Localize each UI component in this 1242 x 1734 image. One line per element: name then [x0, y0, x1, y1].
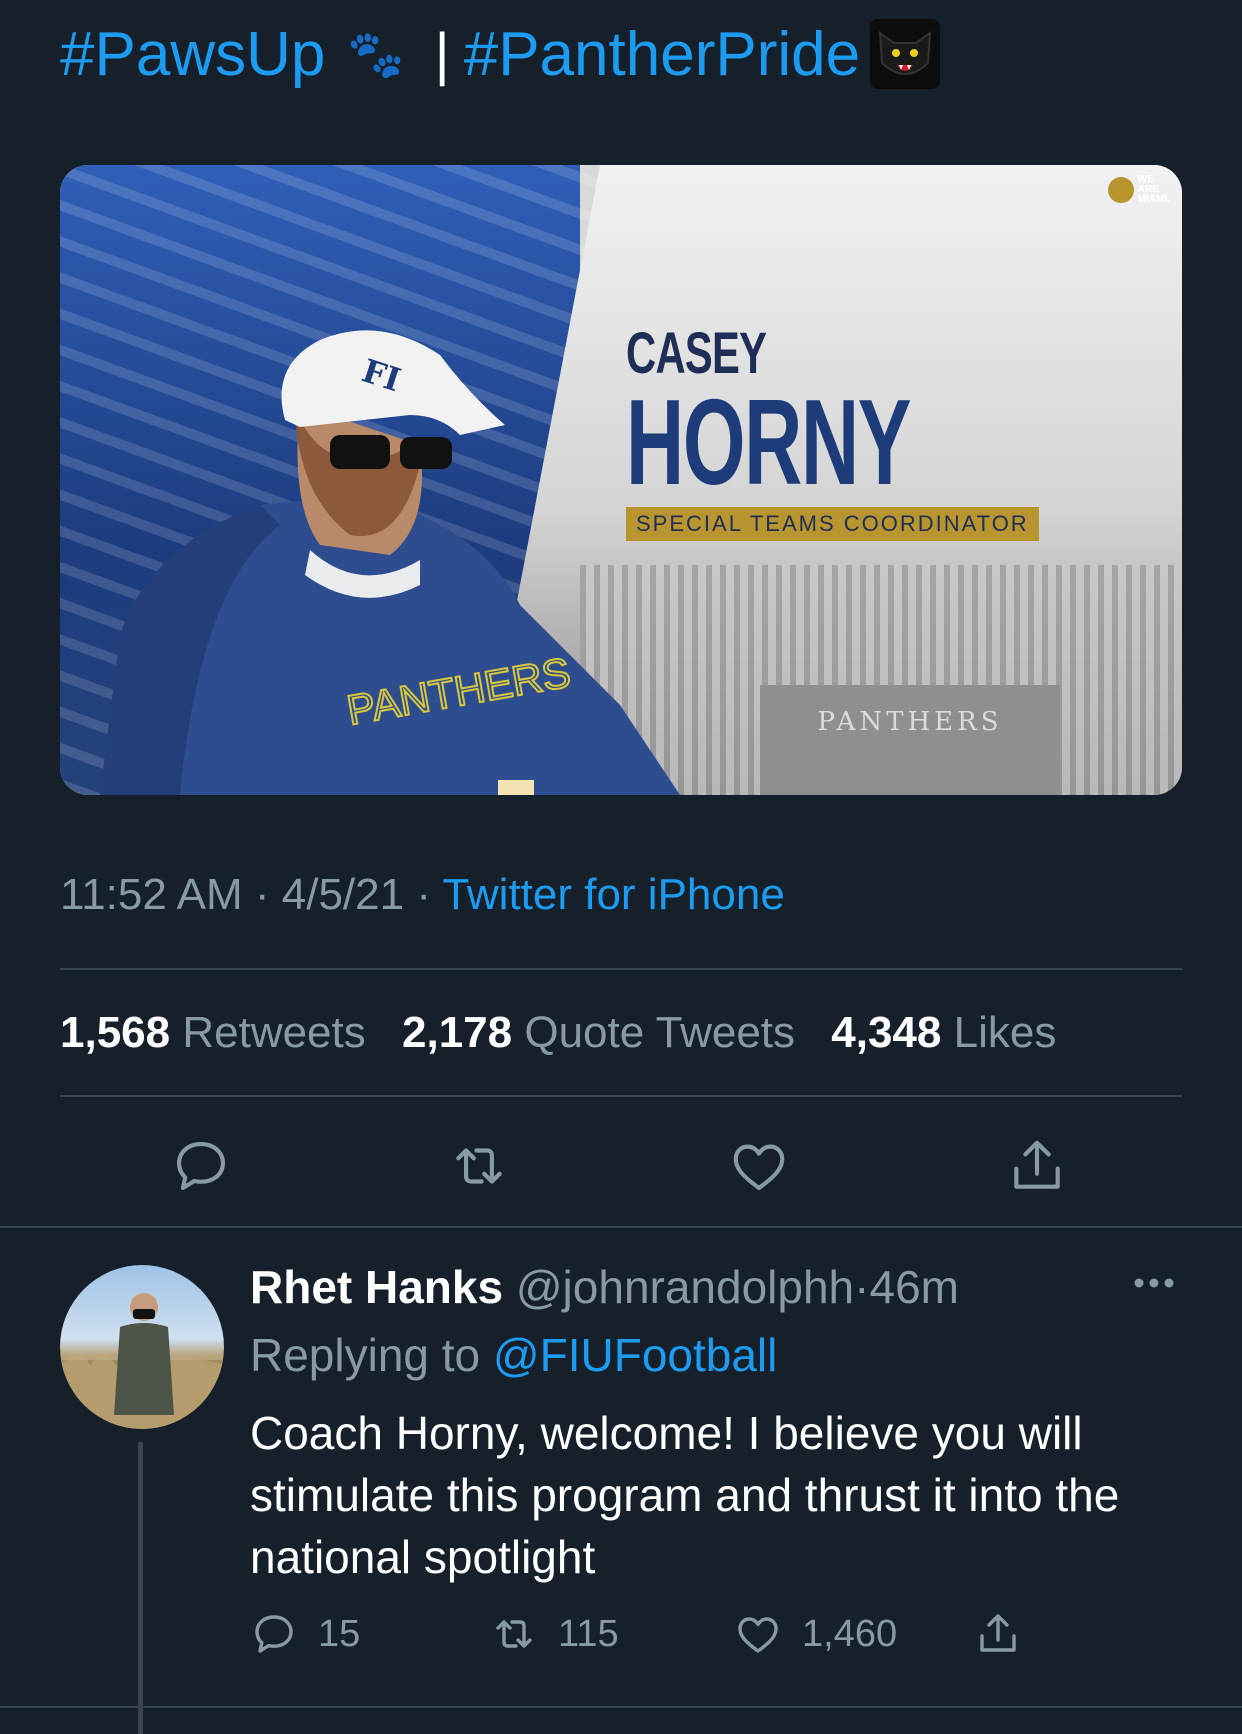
reply-button[interactable]	[170, 1135, 232, 1197]
author-name[interactable]: Rhet Hanks	[250, 1261, 503, 1313]
reply-text: Coach Horny, welcome! I believe you will…	[250, 1407, 1120, 1583]
divider	[60, 1095, 1182, 1097]
reply-count: 15	[318, 1612, 361, 1655]
tweet-date: 4/5/21	[281, 870, 405, 919]
tweet-source-link[interactable]: Twitter for iPhone	[442, 870, 784, 919]
quotes-label: Quote Tweets	[524, 1008, 796, 1057]
likes-count: 4,348	[831, 1008, 942, 1057]
like-icon	[738, 1617, 778, 1653]
meta-dot: ·	[416, 870, 443, 919]
replying-to: Replying to @FIUFootball	[250, 1328, 777, 1382]
retweet-icon	[496, 1620, 532, 1648]
avatar[interactable]	[60, 1265, 224, 1429]
author-handle[interactable]: @johnrandolphh	[516, 1261, 854, 1313]
field-endzone-text: PANTHERS	[817, 707, 1003, 737]
share-button[interactable]	[1006, 1135, 1068, 1197]
last-name-text: HORNY	[626, 374, 912, 510]
like-icon	[733, 1144, 785, 1191]
quote-tweets-stat[interactable]: 2,178 Quote Tweets	[402, 1008, 795, 1057]
retweets-count: 1,568	[60, 1008, 171, 1057]
replying-prefix: Replying to	[250, 1329, 481, 1381]
quotes-count: 2,178	[402, 1008, 513, 1057]
reply-retweet-button[interactable]: 115	[490, 1610, 619, 1658]
retweet-icon	[456, 1148, 502, 1184]
replying-to-handle[interactable]: @FIUFootball	[493, 1329, 777, 1381]
likes-stat[interactable]: 4,348 Likes	[831, 1008, 1056, 1057]
likes-label: Likes	[953, 1008, 1057, 1057]
reply-reply-button[interactable]: 15	[250, 1610, 360, 1658]
reply-icon	[176, 1141, 226, 1191]
tweet-meta: 11:52 AM · 4/5/21 · Twitter for iPhone	[60, 870, 785, 920]
retweet-button[interactable]	[448, 1135, 510, 1197]
reply-like-button[interactable]: 1,460	[734, 1610, 897, 1658]
reply-share-button[interactable]	[974, 1610, 1042, 1658]
tweet-actions	[0, 1135, 1242, 1205]
panther-logo-icon	[1107, 177, 1134, 203]
divider	[60, 968, 1182, 970]
tweet-media-image[interactable]: PANTHERS FI PANTHERS CASEY HORNY SPECIAL…	[60, 165, 1182, 795]
tweet-time: 11:52 AM	[60, 870, 243, 919]
divider	[0, 1226, 1242, 1228]
retweets-stat[interactable]: 1,568 Retweets	[60, 1008, 366, 1057]
hashtag-pawsup[interactable]: #PawsUp	[60, 19, 325, 90]
thread-line	[138, 1442, 143, 1734]
more-button[interactable]	[1132, 1276, 1176, 1295]
paw-prints-icon: 🐾	[347, 27, 405, 80]
share-icon	[980, 1614, 1016, 1652]
retweet-count: 115	[558, 1612, 619, 1655]
panther-emoji-icon	[870, 19, 941, 89]
more-icon	[1134, 1278, 1174, 1288]
meta-dot: ·	[854, 1261, 870, 1313]
we-are-miami-logo: WE ARE MIAMI.	[1107, 175, 1170, 205]
meta-dot: ·	[254, 870, 282, 919]
brand-line-3: MIAMI.	[1137, 194, 1170, 205]
like-button[interactable]	[728, 1135, 790, 1197]
retweets-label: Retweets	[182, 1008, 366, 1057]
like-count: 1,460	[802, 1612, 898, 1655]
divider	[0, 1706, 1242, 1708]
tweet-hashtags: #PawsUp 🐾 | #PantherPride	[60, 14, 941, 94]
reply-time: 46m	[869, 1261, 959, 1313]
engagement-stats: 1,568 Retweets 2,178 Quote Tweets 4,348 …	[60, 1008, 1056, 1058]
role-label: SPECIAL TEAMS COORDINATOR	[626, 507, 1039, 541]
hashtag-pantherpride[interactable]: #PantherPride	[464, 19, 860, 90]
reply-header: Rhet Hanks @johnrandolphh·46m	[250, 1260, 959, 1314]
reply-icon	[255, 1615, 293, 1653]
graphic-title: CASEY HORNY SPECIAL TEAMS COORDINATOR	[626, 325, 1057, 541]
share-icon	[1014, 1140, 1060, 1189]
stadium-field: PANTHERS	[760, 685, 1060, 795]
hashtag-separator: |	[434, 21, 450, 87]
